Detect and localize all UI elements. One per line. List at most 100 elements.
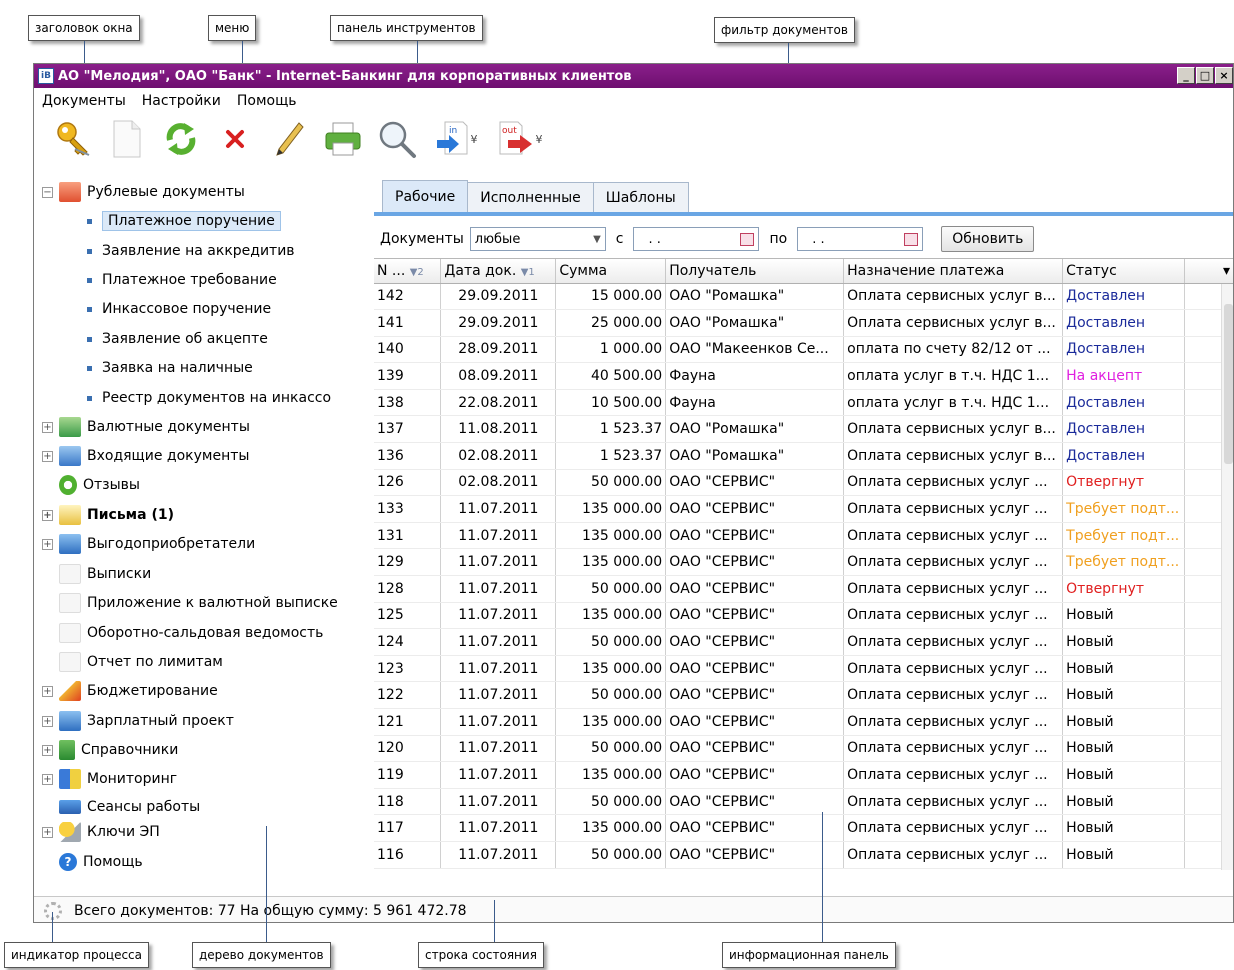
expand-icon[interactable]: +	[42, 744, 53, 756]
doc-type-select[interactable]: любые ▼	[469, 227, 606, 251]
tree-item-acceptance[interactable]: Заявление об акцепте	[34, 327, 268, 351]
new-document-icon[interactable]	[100, 117, 154, 161]
scroll-thumb[interactable]	[1224, 304, 1233, 464]
tree-item-payment-request[interactable]: Платежное требование	[34, 268, 277, 292]
table-row[interactable]: 117 11.07.2011 135 000.00 ОАО "СЕРВИС" Оплат…	[374, 814, 1233, 842]
table-row[interactable]: 131 11.07.2011 135 000.00 ОАО "СЕРВИС" Оплат…	[374, 522, 1233, 550]
expand-icon[interactable]: +	[42, 773, 53, 785]
col-recipient[interactable]: Получатель	[665, 259, 845, 284]
tree-group-monitoring[interactable]: + Мониторинг	[42, 767, 177, 791]
cell-purpose: Оплата сервисных услуг ...	[843, 841, 1064, 869]
col-date[interactable]: Дата док. ▼1	[440, 259, 557, 284]
close-icon[interactable]: ×	[1215, 67, 1233, 84]
table-row[interactable]: 137 11.08.2011 1 523.37 ОАО "Ромашка" Оплата…	[374, 415, 1233, 444]
tree-group-beneficiaries[interactable]: + Выгодоприобретатели	[42, 532, 255, 556]
menu-documents[interactable]: Документы	[42, 93, 126, 109]
edit-icon[interactable]	[262, 117, 316, 161]
table-row[interactable]: 136 02.08.2011 1 523.37 ОАО "Ромашка" Оплата…	[374, 442, 1233, 470]
column-menu-icon[interactable]: ▾	[1184, 259, 1233, 284]
tree-group-references[interactable]: + Справочники	[42, 738, 178, 762]
table-row[interactable]: 119 11.07.2011 135 000.00 ОАО "СЕРВИС" Оплат…	[374, 761, 1233, 789]
tree-item-feedback[interactable]: Отзывы	[42, 473, 140, 497]
tree-item-sessions[interactable]: Сеансы работы	[42, 795, 200, 819]
table-row[interactable]: 139 08.09.2011 40 500.00 Фауна оплата услуг …	[374, 362, 1233, 390]
cell-recipient: ОАО "СЕРВИС"	[665, 575, 845, 603]
refresh-icon[interactable]	[154, 117, 208, 161]
table-row[interactable]: 128 11.07.2011 50 000.00 ОАО "СЕРВИС" Оплата…	[374, 575, 1233, 603]
book-icon	[59, 740, 75, 760]
table-row[interactable]: 116 11.07.2011 50 000.00 ОАО "СЕРВИС" Оплата…	[374, 841, 1233, 869]
table-row[interactable]: 138 22.08.2011 10 500.00 Фауна оплата услуг …	[374, 389, 1233, 417]
dropdown-arrow-icon[interactable]: ▼	[593, 234, 601, 245]
expand-icon[interactable]: +	[42, 685, 53, 697]
title-bar[interactable]: iB АО "Мелодия", ОАО "Банк" - Internet-Б…	[34, 64, 1233, 88]
tree-group-letters[interactable]: + Письма (1)	[42, 503, 174, 527]
tree-item-limits[interactable]: Отчет по лимитам	[42, 650, 223, 674]
table-row[interactable]: 142 29.09.2011 15 000.00 ОАО "Ромашка" Оплат…	[374, 283, 1233, 311]
search-icon[interactable]	[370, 117, 424, 161]
tree-item-turnover[interactable]: Оборотно-сальдовая ведомость	[42, 621, 323, 645]
export-icon[interactable]: out ¥	[488, 117, 552, 161]
tree-item-fx-attachment[interactable]: Приложение к валютной выписке	[42, 591, 338, 615]
tree-group-incoming[interactable]: + Входящие документы	[42, 444, 249, 468]
tab-working[interactable]: Рабочие	[382, 180, 469, 212]
tree-group-budgeting[interactable]: + Бюджетирование	[42, 679, 218, 703]
tree-item-help[interactable]: ? Помощь	[42, 850, 143, 874]
tree-item-collection-order[interactable]: Инкассовое поручение	[34, 297, 271, 321]
calendar-icon[interactable]	[904, 232, 919, 246]
calendar-icon[interactable]	[740, 232, 755, 246]
key-icon[interactable]	[46, 117, 100, 161]
chevron-down-icon[interactable]: ¥	[536, 133, 543, 146]
minimize-icon[interactable]: _	[1177, 67, 1195, 84]
table-row[interactable]: 124 11.07.2011 50 000.00 ОАО "СЕРВИС" Оплата…	[374, 628, 1233, 656]
col-amount[interactable]: Сумма	[555, 259, 667, 284]
table-row[interactable]: 120 11.07.2011 50 000.00 ОАО "СЕРВИС" Оплата…	[374, 735, 1233, 763]
chevron-down-icon[interactable]: ¥	[471, 133, 478, 146]
tree-item-statements[interactable]: Выписки	[42, 562, 151, 586]
table-row[interactable]: 140 28.09.2011 1 000.00 ОАО "Макеенков Се..…	[374, 336, 1233, 364]
table-row[interactable]: 125 11.07.2011 135 000.00 ОАО "СЕРВИС" Оплат…	[374, 602, 1233, 630]
tree-group-rub[interactable]: − Рублевые документы	[42, 180, 245, 204]
leader-doc-tree	[266, 826, 267, 942]
delete-icon[interactable]	[208, 117, 262, 161]
menu-settings[interactable]: Настройки	[142, 93, 221, 109]
feedback-icon	[59, 475, 77, 495]
col-status[interactable]: Статус	[1062, 259, 1186, 284]
tab-executed[interactable]: Исполненные	[467, 182, 594, 212]
refresh-button[interactable]: Обновить	[941, 226, 1035, 252]
table-row[interactable]: 118 11.07.2011 50 000.00 ОАО "СЕРВИС" Оплата…	[374, 788, 1233, 816]
tree-group-payroll[interactable]: + Зарплатный проект	[42, 709, 234, 733]
col-purpose[interactable]: Назначение платежа	[843, 259, 1064, 284]
maximize-icon[interactable]: □	[1196, 67, 1214, 84]
tree-group-keys[interactable]: + Ключи ЭП	[42, 820, 160, 844]
tree-item-cash-request[interactable]: Заявка на наличные	[34, 356, 253, 380]
table-row[interactable]: 123 11.07.2011 135 000.00 ОАО "СЕРВИС" Оплат…	[374, 655, 1233, 683]
col-number[interactable]: N ... ▼2	[374, 259, 442, 284]
cell-number: 139	[374, 362, 442, 390]
table-row[interactable]: 141 29.09.2011 25 000.00 ОАО "Ромашка" Оплат…	[374, 309, 1233, 337]
expand-icon[interactable]: +	[42, 715, 53, 727]
tree-group-currency[interactable]: + Валютные документы	[42, 415, 250, 439]
expand-icon[interactable]: +	[42, 538, 53, 550]
expand-icon[interactable]: +	[42, 421, 53, 433]
table-row[interactable]: 129 11.07.2011 135 000.00 ОАО "СЕРВИС" Оплат…	[374, 548, 1233, 577]
expand-icon[interactable]: +	[42, 509, 53, 521]
table-row[interactable]: 126 02.08.2011 50 000.00 ОАО "СЕРВИС" Оплата…	[374, 469, 1233, 497]
menu-help[interactable]: Помощь	[237, 93, 297, 109]
export-label: out	[502, 126, 517, 136]
print-icon[interactable]	[316, 117, 370, 161]
import-icon[interactable]: in ¥	[424, 117, 488, 161]
expand-icon[interactable]: +	[42, 826, 53, 838]
collapse-icon[interactable]: −	[42, 186, 53, 198]
tab-templates[interactable]: Шаблоны	[592, 182, 689, 212]
table-row[interactable]: 122 11.07.2011 50 000.00 ОАО "СЕРВИС" Оплата…	[374, 681, 1233, 709]
tree-item-letter-of-credit[interactable]: Заявление на аккредитив	[34, 239, 295, 263]
tree-item-collection-registry[interactable]: Реестр документов на инкассо	[34, 386, 331, 410]
table-row[interactable]: 121 11.07.2011 135 000.00 ОАО "СЕРВИС" Оплат…	[374, 708, 1233, 736]
vertical-scrollbar[interactable]	[1221, 284, 1233, 870]
date-to-input[interactable]: . .	[797, 227, 924, 251]
date-from-input[interactable]: . .	[633, 227, 760, 251]
expand-icon[interactable]: +	[42, 450, 53, 462]
table-row[interactable]: 133 11.07.2011 135 000.00 ОАО "СЕРВИС" Оплат…	[374, 495, 1233, 523]
tree-item-payment-order[interactable]: Платежное поручение	[34, 209, 281, 233]
